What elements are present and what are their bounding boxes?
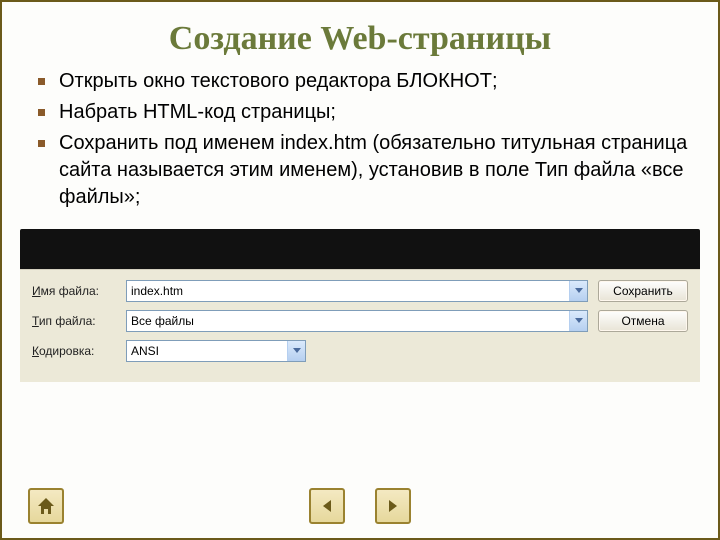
chevron-down-icon[interactable]: [569, 311, 587, 331]
next-button[interactable]: [375, 488, 411, 524]
save-button[interactable]: Сохранить: [598, 280, 688, 302]
chevron-down-icon[interactable]: [569, 281, 587, 301]
save-dialog-screenshot: Имя файла: index.htm Тип файла: Все файл…: [2, 229, 718, 382]
dialog-dark-strip: [20, 229, 700, 269]
home-button[interactable]: [28, 488, 64, 524]
bullet-icon: [38, 78, 45, 85]
encoding-value: ANSI: [131, 344, 287, 358]
page-title: Создание Web-страницы: [2, 20, 718, 58]
filetype-select[interactable]: Все файлы: [126, 310, 588, 332]
list-item: Открыть окно текстового редактора БЛОКНО…: [38, 68, 688, 95]
filetype-label: Тип файла:: [32, 314, 116, 328]
list-item-text: Набрать HTML-код страницы;: [59, 99, 688, 126]
home-icon: [36, 496, 56, 516]
encoding-row: Кодировка: ANSI: [32, 340, 588, 362]
bullet-icon: [38, 140, 45, 147]
arrow-left-icon: [319, 498, 335, 514]
filename-value: index.htm: [131, 284, 569, 298]
encoding-select[interactable]: ANSI: [126, 340, 306, 362]
cancel-button[interactable]: Отмена: [598, 310, 688, 332]
nav-bar: [2, 488, 718, 524]
list-item: Набрать HTML-код страницы;: [38, 99, 688, 126]
prev-button[interactable]: [309, 488, 345, 524]
list-item: Сохранить под именем index.htm (обязател…: [38, 130, 688, 211]
filename-row: Имя файла: index.htm: [32, 280, 588, 302]
save-dialog-panel: Имя файла: index.htm Тип файла: Все файл…: [20, 269, 700, 382]
list-item-text: Открыть окно текстового редактора БЛОКНО…: [59, 68, 688, 95]
filetype-value: Все файлы: [131, 314, 569, 328]
chevron-down-icon[interactable]: [287, 341, 305, 361]
filename-input[interactable]: index.htm: [126, 280, 588, 302]
filename-label: Имя файла:: [32, 284, 116, 298]
encoding-label: Кодировка:: [32, 344, 116, 358]
list-item-text: Сохранить под именем index.htm (обязател…: [59, 130, 688, 211]
filetype-row: Тип файла: Все файлы: [32, 310, 588, 332]
bullet-icon: [38, 109, 45, 116]
bullet-list: Открыть окно текстового редактора БЛОКНО…: [2, 68, 718, 211]
arrow-right-icon: [385, 498, 401, 514]
